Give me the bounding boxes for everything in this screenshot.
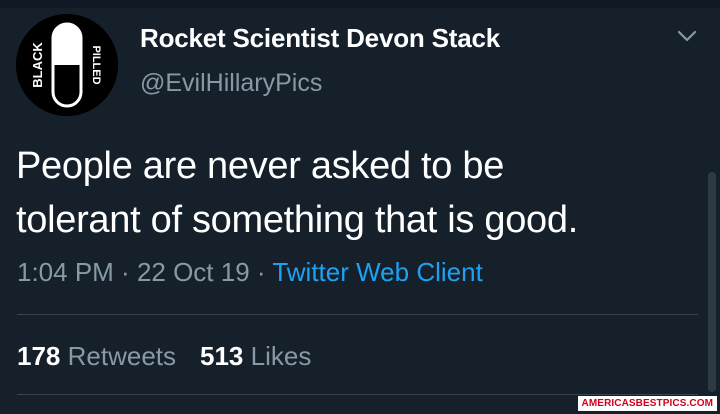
chevron-down-icon[interactable] xyxy=(676,28,698,44)
likes-stat[interactable]: 513 Likes xyxy=(200,341,311,371)
tweet-stats: 178 Retweets 513 Likes xyxy=(17,341,311,372)
top-edge xyxy=(0,0,720,8)
likes-count: 513 xyxy=(200,341,244,371)
retweets-label: Retweets xyxy=(67,341,177,371)
scrollbar[interactable] xyxy=(708,172,716,392)
tweet-text-line: People are never asked to be xyxy=(16,145,505,187)
retweets-stat[interactable]: 178 Retweets xyxy=(17,341,176,371)
tweet-time[interactable]: 1:04 PM xyxy=(17,257,114,287)
handle[interactable]: @EvilHillaryPics xyxy=(140,69,322,98)
meta-separator: · xyxy=(113,257,137,287)
tweet-meta: 1:04 PM · 22 Oct 19 · Twitter Web Client xyxy=(17,257,483,288)
avatar[interactable]: BLACK PILLED xyxy=(16,14,118,116)
divider xyxy=(17,394,698,395)
tweet-text: People are never asked to be tolerant of… xyxy=(16,139,706,247)
avatar-left-text: BLACK xyxy=(30,42,45,88)
display-name[interactable]: Rocket Scientist Devon Stack xyxy=(140,23,500,54)
black-pilled-logo: BLACK PILLED xyxy=(16,14,118,116)
meta-separator: · xyxy=(249,257,273,287)
watermark: AMERICASBESTPICS.COM xyxy=(577,396,717,411)
tweet-source-link[interactable]: Twitter Web Client xyxy=(272,257,482,287)
tweet-date[interactable]: 22 Oct 19 xyxy=(137,257,250,287)
retweets-count: 178 xyxy=(17,341,61,371)
avatar-right-text: PILLED xyxy=(90,45,102,84)
likes-label: Likes xyxy=(250,341,312,371)
tweet-text-line: tolerant of something that is good. xyxy=(16,199,578,241)
divider xyxy=(17,314,698,315)
